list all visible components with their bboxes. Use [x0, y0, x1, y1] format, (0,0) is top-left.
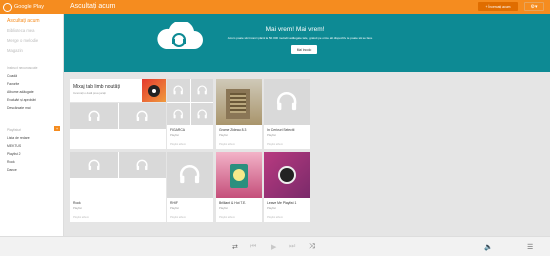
- sidebar-item-downloads[interactable]: Descărcate mai: [7, 106, 31, 110]
- card-footer: Playlist album: [267, 216, 284, 219]
- card-footer: Playlist album: [170, 143, 187, 146]
- album-card[interactable]: Grome Zideau 8.3 Playlist Playlist album: [216, 79, 262, 149]
- headphones-icon: [167, 152, 213, 198]
- app-name: Google Play: [14, 4, 44, 10]
- album-art: [216, 79, 262, 125]
- album-grid-tile[interactable]: [70, 103, 166, 149]
- playlist-item[interactable]: Rock: [7, 160, 15, 164]
- playlist-item[interactable]: MEKTUS: [7, 144, 21, 148]
- album-card[interactable]: Rock Playlist Playlist album: [70, 152, 166, 222]
- feature-subtitle: Incercați o dată prea jucați: [73, 91, 106, 95]
- card-footer: Playlist album: [219, 143, 236, 146]
- gear-icon: ⚙▾: [530, 3, 538, 10]
- upgrade-button[interactable]: + Încercați acum: [478, 2, 518, 11]
- sidebar-item-albums[interactable]: Albume adăugate: [7, 90, 34, 94]
- upload-banner: [64, 14, 550, 72]
- headphones-icon: [190, 102, 213, 125]
- card-title: Grome Zideau 8.3: [219, 128, 247, 132]
- next-icon[interactable]: ⏭: [289, 243, 295, 251]
- vinyl-icon: [148, 85, 160, 97]
- album-art: [216, 152, 262, 198]
- top-bar: Google Play Ascultați acum + Încercați a…: [0, 0, 550, 14]
- card-subtitle: Playlist: [73, 206, 82, 210]
- shuffle-icon[interactable]: ⤨: [309, 243, 315, 251]
- volume-icon[interactable]: 🔈: [484, 243, 493, 251]
- add-playlist-button[interactable]: +: [54, 126, 60, 131]
- headphones-icon: [190, 79, 213, 102]
- album-card[interactable]: In Cerivuri Selectii Playlist Playlist a…: [264, 79, 310, 149]
- previous-icon[interactable]: ⏮: [250, 243, 256, 251]
- card-subtitle: Playlist: [267, 133, 276, 137]
- sidebar-item-ratings[interactable]: Evaluări și aprobări: [7, 98, 36, 102]
- headphones-icon: [264, 79, 310, 125]
- banner-subtitle: Acum poate să încarci până la 50.000 mel…: [227, 36, 373, 40]
- card-title: Leave Me Playlist 1: [267, 201, 297, 205]
- sidebar: Ascultați acum Biblioteca mea Merge o me…: [0, 14, 64, 236]
- settings-button[interactable]: ⚙▾: [524, 2, 544, 11]
- album-card[interactable]: FIGARCA Playlist Playlist album: [167, 79, 213, 149]
- feature-title: Mixaj tab limb noutăți: [73, 84, 120, 90]
- album-art: [264, 152, 310, 198]
- card-subtitle: Playlist: [170, 206, 179, 210]
- headphones-icon: [70, 152, 118, 179]
- card-subtitle: Playlist: [219, 206, 228, 210]
- banner-dismiss-button[interactable]: Mai încolo: [291, 45, 317, 54]
- playlist-item[interactable]: Playlist 2: [7, 152, 21, 156]
- headphones-icon: [167, 102, 190, 125]
- section-heading: Instruct necunoscute: [7, 66, 38, 70]
- card-title: In Cerivuri Selectii: [267, 128, 295, 132]
- album-card[interactable]: Brilliant & Hot T.E. Playlist Playlist a…: [216, 152, 262, 222]
- nav-listen-now[interactable]: Ascultați acum: [7, 18, 40, 24]
- headphones-icon: [167, 79, 190, 102]
- card-footer: Playlist album: [73, 216, 90, 219]
- sidebar-item-queue[interactable]: Coadă: [7, 74, 17, 78]
- player-bar: ⇄ ⏮ ▶ ⏭ ⤨ 🔈 ☰: [0, 236, 550, 256]
- playlist-item[interactable]: Lista de redare: [7, 136, 30, 140]
- album-card[interactable]: RHIF Playlist Playlist album: [167, 152, 213, 222]
- card-subtitle: Playlist: [267, 206, 276, 210]
- card-footer: Playlist album: [170, 216, 187, 219]
- card-footer: Playlist album: [219, 216, 236, 219]
- card-subtitle: Playlist: [219, 133, 228, 137]
- banner-title: Mai vrem! Mai vrem!: [265, 26, 325, 33]
- card-title: FIGARCA: [170, 128, 186, 132]
- headphones-logo-icon: [3, 2, 12, 12]
- cloud-upload-icon: [157, 22, 203, 49]
- app-logo[interactable]: Google Play: [3, 2, 44, 12]
- headphones-icon: [118, 103, 166, 130]
- sidebar-item-favorites[interactable]: Favorite: [7, 82, 19, 86]
- nav-library[interactable]: Biblioteca mea: [7, 28, 34, 33]
- card-title: Rock: [73, 201, 81, 205]
- card-footer: Playlist album: [267, 143, 284, 146]
- headphones-icon: [70, 103, 118, 130]
- feature-card[interactable]: Mixaj tab limb noutăți Incercați o dată …: [70, 79, 166, 102]
- playlists-heading: Playlisturi: [7, 128, 22, 132]
- play-icon[interactable]: ▶: [271, 243, 276, 251]
- card-title: Brilliant & Hot T.E.: [219, 201, 247, 205]
- headphones-icon: [118, 152, 166, 179]
- page-title: Ascultați acum: [70, 3, 116, 10]
- nav-radio[interactable]: Merge o melodie: [7, 38, 38, 43]
- album-card[interactable]: Leave Me Playlist 1 Playlist Playlist al…: [264, 152, 310, 222]
- nav-store[interactable]: Magazin: [7, 48, 23, 53]
- feature-art: [142, 79, 166, 102]
- card-subtitle: Playlist: [170, 133, 179, 137]
- playlist-item[interactable]: Dance: [7, 168, 17, 172]
- queue-icon[interactable]: ☰: [527, 243, 533, 251]
- repeat-icon[interactable]: ⇄: [232, 243, 238, 251]
- card-title: RHIF: [170, 201, 178, 205]
